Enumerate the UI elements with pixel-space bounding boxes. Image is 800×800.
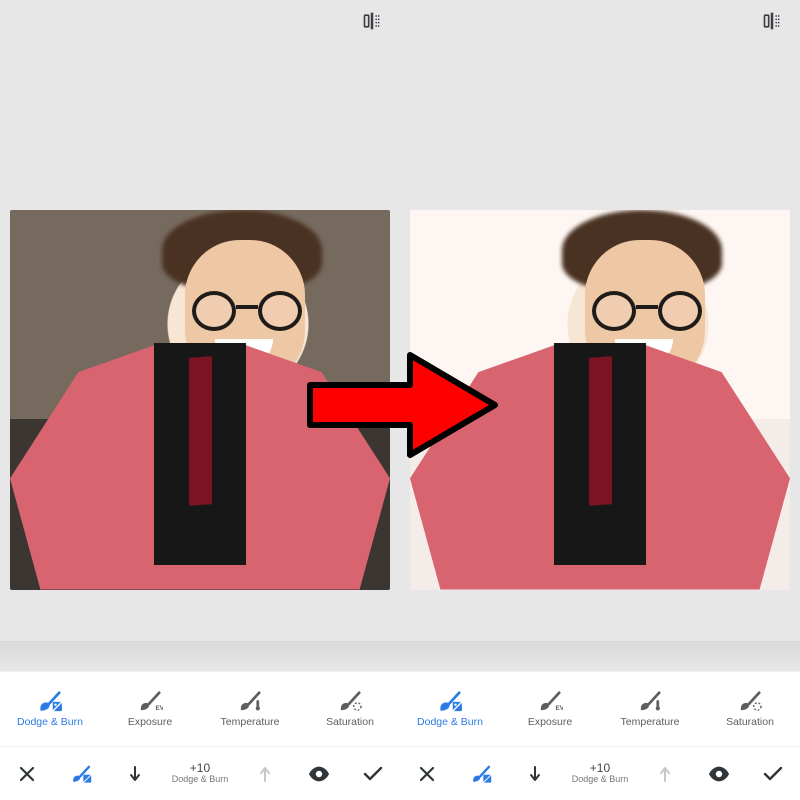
tool-temperature[interactable]: Temperature [200,672,300,746]
decrease-button[interactable] [108,747,162,800]
apply-button[interactable] [346,747,400,800]
tool-dodge-burn[interactable]: Dodge & Burn [0,672,100,746]
toggle-view-button[interactable] [292,747,346,800]
adjust-value-label: Dodge & Burn [172,775,229,785]
arrow-down-icon [528,765,542,783]
arrow-up-icon [258,765,272,783]
check-icon [763,766,783,782]
tool-exposure[interactable]: EV Exposure [500,672,600,746]
check-icon [363,766,383,782]
brush-mask-icon [470,763,492,785]
panel-after [400,0,800,641]
panel-before [0,0,400,641]
arrow-down-icon [128,765,142,783]
tool-label: Temperature [621,716,680,728]
mask-button[interactable] [454,747,508,800]
tool-label: Exposure [528,716,572,728]
arrow-up-icon [658,765,672,783]
tool-saturation[interactable]: Saturation [700,672,800,746]
tool-label: Saturation [726,716,774,728]
svg-text:EV: EV [556,705,564,712]
close-icon [418,765,436,783]
tool-temperature[interactable]: Temperature [600,672,700,746]
value-display[interactable]: +10 Dodge & Burn [562,747,638,800]
eye-icon [708,766,730,782]
decrease-button[interactable] [508,747,562,800]
tool-dodge-burn[interactable]: Dodge & Burn [400,672,500,746]
tool-saturation[interactable]: Saturation [300,672,400,746]
topbar-left [0,0,400,42]
image-before[interactable] [10,210,390,590]
brush-mask-icon [70,763,92,785]
tool-label: Dodge & Burn [417,716,483,728]
toggle-view-button[interactable] [692,747,746,800]
tool-label: Dodge & Burn [17,716,83,728]
tool-row: Dodge & Burn EV Exposure [0,672,800,746]
tool-label: Exposure [128,716,172,728]
tool-label: Saturation [326,716,374,728]
close-button[interactable] [0,747,54,800]
value-display[interactable]: +10 Dodge & Burn [162,747,238,800]
image-after[interactable] [410,210,790,590]
close-button[interactable] [400,747,454,800]
topbar-right [400,0,800,42]
eye-icon [308,766,330,782]
adjust-value-label: Dodge & Burn [572,775,629,785]
mask-button[interactable] [54,747,108,800]
tool-label: Temperature [221,716,280,728]
action-row: +10 Dodge & Burn [0,746,800,800]
svg-text:EV: EV [156,705,164,712]
compare-icon[interactable] [362,11,382,31]
compare-icon[interactable] [762,11,782,31]
tool-exposure[interactable]: EV Exposure [100,672,200,746]
apply-button[interactable] [746,747,800,800]
increase-button[interactable] [638,747,692,800]
close-icon [18,765,36,783]
increase-button[interactable] [238,747,292,800]
